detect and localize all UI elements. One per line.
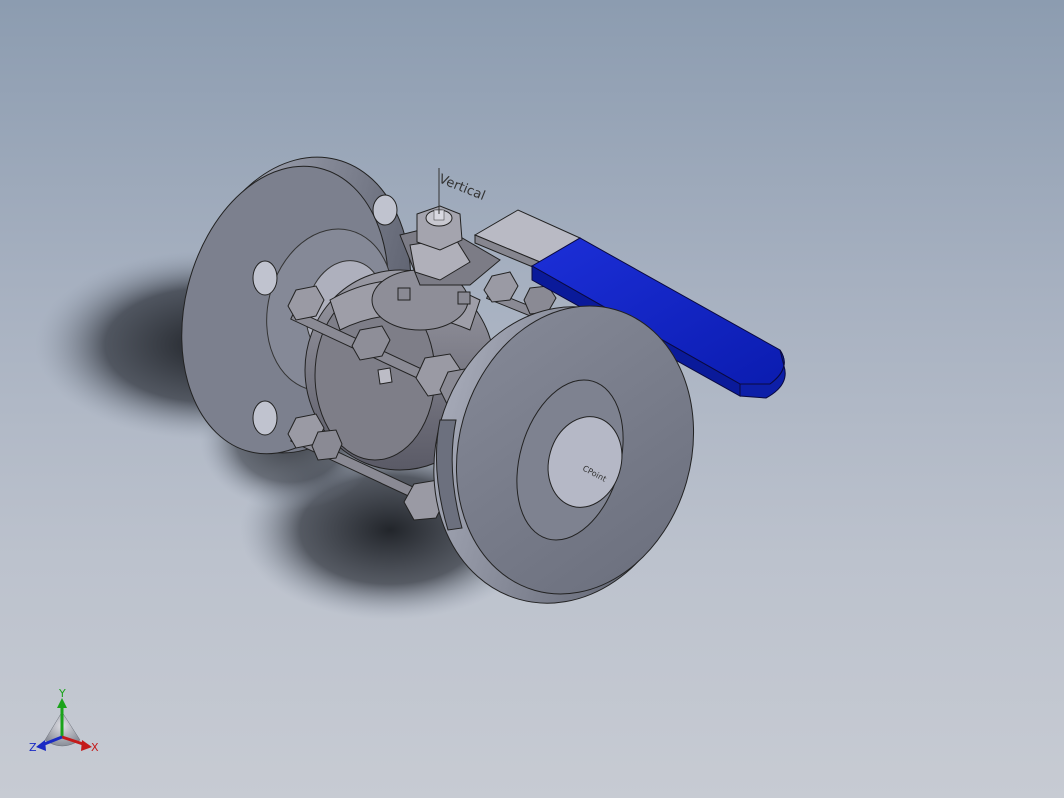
- graphics-viewport[interactable]: Vertical CPoint Y X Z: [0, 0, 1064, 798]
- vertical-annotation: Vertical: [437, 168, 488, 214]
- model-scene[interactable]: Vertical CPoint Y X Z: [0, 0, 1064, 798]
- coordinate-triad[interactable]: Y X Z: [29, 687, 99, 754]
- y-axis-label: Y: [58, 687, 66, 700]
- vertical-annotation-label: Vertical: [437, 172, 488, 204]
- z-axis-label: Z: [29, 741, 37, 754]
- x-axis-label: X: [91, 741, 99, 754]
- z-axis-arrow-icon: [36, 740, 46, 751]
